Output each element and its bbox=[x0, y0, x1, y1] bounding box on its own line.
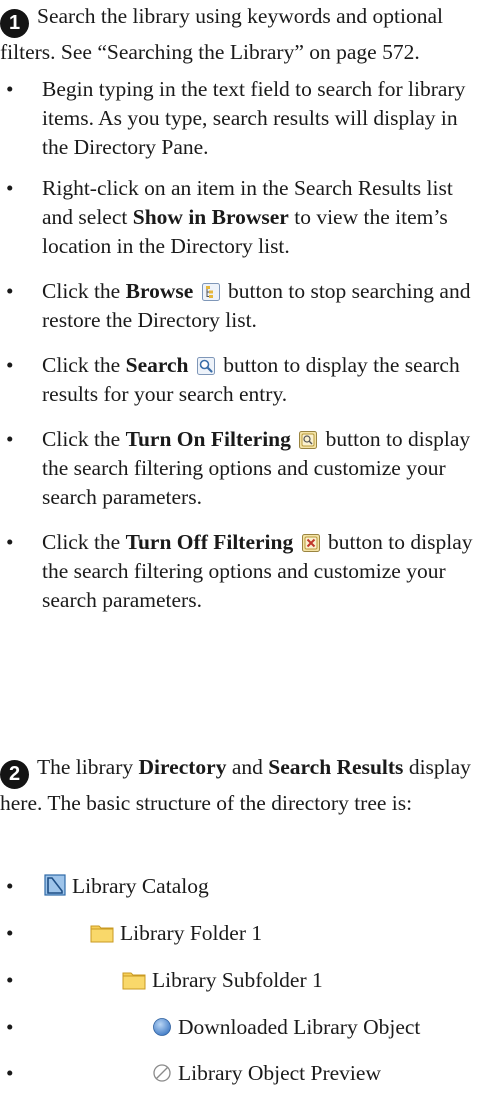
tree-item-label: Downloaded Library Object bbox=[178, 1015, 421, 1039]
directory-label: Directory bbox=[138, 755, 227, 779]
section-1-intro: 1 Search the library using keywords and o… bbox=[0, 2, 489, 67]
list-item: Click the Turn On Filtering button to di… bbox=[0, 425, 489, 512]
bullet: • bbox=[6, 921, 14, 945]
bullet-text-pre: Click the bbox=[42, 427, 126, 451]
list-item: Click the Search button to display the s… bbox=[0, 351, 489, 409]
section-search: 1 Search the library using keywords and o… bbox=[0, 2, 489, 615]
tree-item-object-preview: Library Object Preview bbox=[152, 1059, 381, 1088]
document-page: 1 Search the library using keywords and o… bbox=[0, 0, 489, 1104]
object-preview-icon bbox=[153, 1064, 171, 1082]
tree-item-label: Library Subfolder 1 bbox=[152, 968, 323, 992]
bullet-text-pre: Click the bbox=[42, 279, 126, 303]
bullet-text: Begin typing in the text field to search… bbox=[42, 77, 466, 159]
section-1-intro-text: Search the library using keywords and op… bbox=[0, 4, 444, 64]
section-2-intro-text: and bbox=[226, 755, 269, 779]
folder-icon bbox=[90, 925, 114, 943]
tree-item-library-catalog: Library Catalog bbox=[44, 872, 209, 901]
library-catalog-icon bbox=[44, 874, 66, 896]
filter-off-icon bbox=[301, 534, 320, 552]
tree-item-label: Library Catalog bbox=[72, 874, 209, 898]
tree-item-library-folder: Library Folder 1 bbox=[90, 919, 262, 948]
tree-item-library-subfolder: Library Subfolder 1 bbox=[122, 966, 323, 995]
list-item: Right-click on an item in the Search Res… bbox=[0, 174, 489, 261]
filter-on-icon bbox=[299, 431, 318, 449]
browse-label: Browse bbox=[125, 279, 194, 303]
tree-row: • Library Folder 1 bbox=[0, 919, 489, 949]
tree-item-downloaded-object: Downloaded Library Object bbox=[152, 1013, 420, 1042]
bullet-text-pre: Click the bbox=[42, 530, 126, 554]
tree-row: • Library Catalog bbox=[0, 872, 489, 902]
section-directory: 2 The library Directory and Search Result… bbox=[0, 753, 489, 818]
tree-row: • Downloaded Library Object bbox=[0, 1013, 489, 1043]
turn-on-filtering-label: Turn On Filtering bbox=[125, 427, 291, 451]
section-2-intro: 2 The library Directory and Search Result… bbox=[0, 753, 489, 818]
browse-icon bbox=[201, 283, 220, 301]
list-item: Click the Browse button to stop searchin… bbox=[0, 277, 489, 335]
search-bullet-list: Begin typing in the text field to search… bbox=[0, 75, 489, 615]
list-item: Begin typing in the text field to search… bbox=[0, 75, 489, 162]
turn-off-filtering-label: Turn Off Filtering bbox=[125, 530, 294, 554]
callout-badge-1: 1 bbox=[0, 9, 29, 38]
search-icon bbox=[196, 357, 215, 375]
callout-badge-2: 2 bbox=[0, 760, 29, 789]
search-results-label: Search Results bbox=[268, 755, 404, 779]
list-item: Click the Turn Off Filtering button to d… bbox=[0, 528, 489, 615]
bullet: • bbox=[6, 1015, 14, 1039]
tree-row: • Library Subfolder 1 bbox=[0, 966, 489, 996]
tree-item-label: Library Folder 1 bbox=[120, 921, 263, 945]
tree-item-label: Library Object Preview bbox=[178, 1061, 381, 1085]
downloaded-object-icon bbox=[153, 1018, 171, 1036]
bullet-text-pre: Click the bbox=[42, 353, 126, 377]
show-in-browser-label: Show in Browser bbox=[132, 205, 289, 229]
folder-icon bbox=[122, 972, 146, 990]
bullet: • bbox=[6, 874, 14, 898]
bullet: • bbox=[6, 968, 14, 992]
section-2-intro-text: The library bbox=[37, 755, 139, 779]
search-label: Search bbox=[125, 353, 189, 377]
bullet: • bbox=[6, 1061, 14, 1085]
tree-row: • Library Object Preview bbox=[0, 1059, 489, 1089]
